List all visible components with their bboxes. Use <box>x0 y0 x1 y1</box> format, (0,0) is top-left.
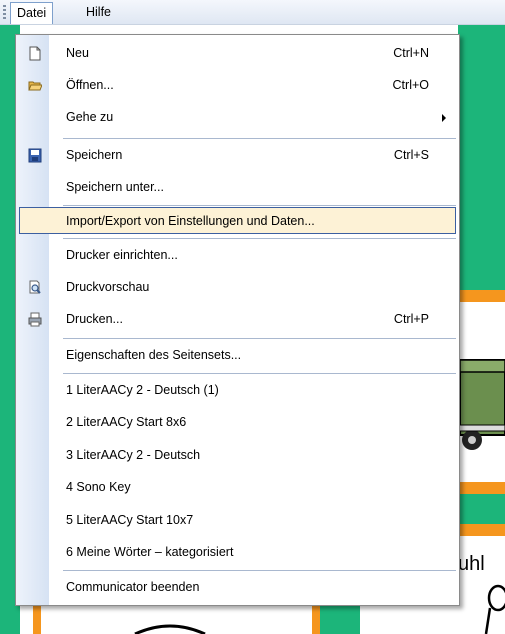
recent-file-item[interactable]: 3 LiterAACy 2 - Deutsch <box>19 442 456 469</box>
menu-separator <box>63 238 456 239</box>
menu-item-label: 6 Meine Wörter – kategorisiert <box>66 545 234 559</box>
menu-item-import-export[interactable]: Import/Export von Einstellungen und Date… <box>19 207 456 234</box>
menu-item-label: Speichern <box>66 148 123 162</box>
menu-item-neu[interactable]: Neu Ctrl+N <box>19 40 456 67</box>
menu-separator <box>63 138 456 139</box>
menu-item-label: 2 LiterAACy Start 8x6 <box>66 415 187 429</box>
orange-divider <box>458 290 505 302</box>
menu-separator <box>63 205 456 206</box>
menu-item-speichern-unter[interactable]: Speichern unter... <box>19 174 456 201</box>
print-preview-icon <box>29 280 41 294</box>
menu-item-oeffnen[interactable]: Öffnen... Ctrl+O <box>19 72 456 99</box>
cell-label: uhl <box>458 553 485 575</box>
bottom-green-column <box>320 604 360 634</box>
menu-item-druckvorschau[interactable]: Druckvorschau <box>19 274 456 301</box>
menu-item-drucker-einrichten[interactable]: Drucker einrichten... <box>19 242 456 269</box>
truck-illustration <box>458 359 505 450</box>
menu-item-label: 4 Sono Key <box>66 480 131 494</box>
shortcut-label: Ctrl+O <box>392 78 429 92</box>
menu-item-label: Communicator beenden <box>66 580 200 594</box>
recent-file-item[interactable]: 1 LiterAACy 2 - Deutsch (1) <box>19 377 456 404</box>
menu-item-speichern[interactable]: Speichern Ctrl+S <box>19 142 456 169</box>
menu-separator <box>63 570 456 571</box>
menu-item-label: 3 LiterAACy 2 - Deutsch <box>66 448 201 462</box>
menu-item-label: Drucken... <box>66 312 123 326</box>
bottom-shape <box>134 624 206 634</box>
menu-item-label: Speichern unter... <box>66 180 164 194</box>
recent-file-item[interactable]: 4 Sono Key <box>19 474 456 501</box>
menu-item-label: Import/Export von Einstellungen und Date… <box>66 214 315 228</box>
menu-item-label: Öffnen... <box>66 78 114 92</box>
menubar-grip[interactable] <box>3 5 6 19</box>
bottom-orange-left <box>33 604 41 634</box>
bottom-orange-mid <box>312 604 320 634</box>
menubar: Datei Hilfe <box>0 0 505 25</box>
menu-datei[interactable]: Datei <box>10 2 54 24</box>
chair-illustration <box>484 584 505 634</box>
menu-item-label: Gehe zu <box>66 110 114 124</box>
recent-file-item[interactable]: 6 Meine Wörter – kategorisiert <box>19 539 456 566</box>
orange-divider-2 <box>458 482 505 494</box>
menu-hilfe[interactable]: Hilfe <box>80 2 117 22</box>
save-disk-icon <box>28 148 42 163</box>
menu-item-label: 5 LiterAACy Start 10x7 <box>66 513 194 527</box>
datei-dropdown-menu: Neu Ctrl+N Öffnen... Ctrl+O Gehe zu Spei… <box>15 34 460 606</box>
menu-item-drucken[interactable]: Drucken... Ctrl+P <box>19 306 456 333</box>
menu-separator <box>63 373 456 374</box>
menu-item-label: 1 LiterAACy 2 - Deutsch (1) <box>66 383 219 397</box>
orange-divider-3 <box>458 524 505 536</box>
shortcut-label: Ctrl+N <box>393 46 429 60</box>
menu-item-label: Drucker einrichten... <box>66 248 178 262</box>
menu-item-beenden[interactable]: Communicator beenden <box>19 574 456 601</box>
new-document-icon <box>29 46 41 61</box>
printer-icon <box>28 312 42 327</box>
shortcut-label: Ctrl+S <box>393 148 429 162</box>
green-band <box>458 494 505 524</box>
menu-item-gehe-zu[interactable]: Gehe zu <box>19 104 456 131</box>
menu-item-eigenschaften[interactable]: Eigenschaften des Seitensets... <box>19 342 456 369</box>
menu-item-label: Druckvorschau <box>66 280 150 294</box>
menu-item-label: Neu <box>66 46 89 60</box>
submenu-arrow-icon <box>442 114 446 122</box>
recent-file-item[interactable]: 5 LiterAACy Start 10x7 <box>19 507 456 534</box>
recent-file-item[interactable]: 2 LiterAACy Start 8x6 <box>19 409 456 436</box>
menu-separator <box>63 338 456 339</box>
open-folder-icon <box>28 81 42 91</box>
menu-item-label: Eigenschaften des Seitensets... <box>66 348 242 362</box>
right-green-area <box>458 25 505 290</box>
shortcut-label: Ctrl+P <box>393 312 429 326</box>
